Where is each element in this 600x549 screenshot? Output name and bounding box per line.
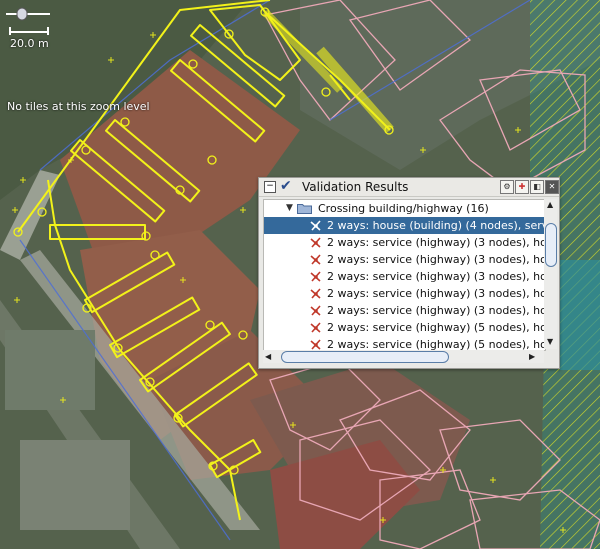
horizontal-scroll-thumb[interactable] [281, 351, 449, 363]
expand-arrow-icon[interactable]: ▼ [286, 200, 293, 217]
crossing-ways-icon [310, 305, 321, 316]
crossing-ways-icon [310, 254, 321, 265]
scroll-left-icon[interactable]: ◀ [265, 352, 271, 361]
result-row-label: 2 ways: house (building) (4 nodes), serv… [327, 219, 545, 232]
validation-check-icon: ✔ [280, 178, 292, 194]
collapse-toggle-icon[interactable]: − [264, 181, 276, 193]
result-row-label: 2 ways: service (highway) (3 nodes), hou… [327, 287, 545, 300]
result-row[interactable]: 2 ways: service (highway) (3 nodes), hou… [264, 302, 545, 319]
folder-icon [297, 204, 312, 214]
crossing-ways-icon [310, 220, 321, 231]
group-crossing-building-highway[interactable]: ▼ Crossing building/highway (16) [264, 200, 545, 217]
crossing-ways-icon [310, 322, 321, 333]
result-row[interactable]: 2 ways: house (building) (4 nodes), serv… [264, 217, 545, 234]
result-row-label: 2 ways: service (highway) (5 nodes), hou… [327, 338, 545, 351]
result-row-label: 2 ways: service (highway) (3 nodes), hou… [327, 236, 545, 249]
no-tiles-message: No tiles at this zoom level [7, 100, 150, 113]
scroll-right-icon[interactable]: ▶ [529, 352, 535, 361]
detach-icon[interactable]: ◧ [530, 180, 544, 194]
horizontal-scrollbar[interactable]: ◀ ▶ [263, 350, 544, 363]
close-icon[interactable]: ✕ [545, 180, 559, 194]
vertical-scrollbar[interactable]: ▲ ▼ [544, 199, 557, 349]
help-icon[interactable]: ✚ [515, 180, 529, 194]
result-row[interactable]: 2 ways: service (highway) (3 nodes), hou… [264, 251, 545, 268]
panel-title: Validation Results [302, 180, 409, 194]
result-row-label: 2 ways: service (highway) (5 nodes), hou… [327, 321, 545, 334]
validation-panel: − ✔ Validation Results ⚙ ✚ ◧ ✕ ▼ Crossin… [258, 177, 560, 369]
panel-titlebar[interactable]: − ✔ Validation Results ⚙ ✚ ◧ ✕ [259, 178, 559, 197]
vertical-scroll-thumb[interactable] [545, 223, 557, 267]
crossing-ways-icon [310, 288, 321, 299]
scale-label: 20.0 m [10, 37, 49, 50]
scroll-up-icon[interactable]: ▲ [547, 200, 553, 209]
crossing-ways-icon [310, 237, 321, 248]
result-row[interactable]: 2 ways: service (highway) (5 nodes), hou… [264, 336, 545, 351]
group-label: Crossing building/highway (16) [318, 202, 489, 215]
result-row[interactable]: 2 ways: service (highway) (3 nodes), hou… [264, 268, 545, 285]
config-icon[interactable]: ⚙ [500, 180, 514, 194]
crossing-ways-icon [310, 271, 321, 282]
results-tree[interactable]: ▼ Crossing building/highway (16) 2 ways:… [263, 199, 546, 351]
result-row[interactable]: 2 ways: service (highway) (5 nodes), hou… [264, 319, 545, 336]
result-row[interactable]: 2 ways: service (highway) (3 nodes), hou… [264, 285, 545, 302]
result-row-label: 2 ways: service (highway) (3 nodes), hou… [327, 304, 545, 317]
result-row-label: 2 ways: service (highway) (3 nodes), hou… [327, 253, 545, 266]
result-row-label: 2 ways: service (highway) (3 nodes), hou… [327, 270, 545, 283]
scroll-down-icon[interactable]: ▼ [547, 337, 553, 346]
result-row[interactable]: 2 ways: service (highway) (3 nodes), hou… [264, 234, 545, 251]
